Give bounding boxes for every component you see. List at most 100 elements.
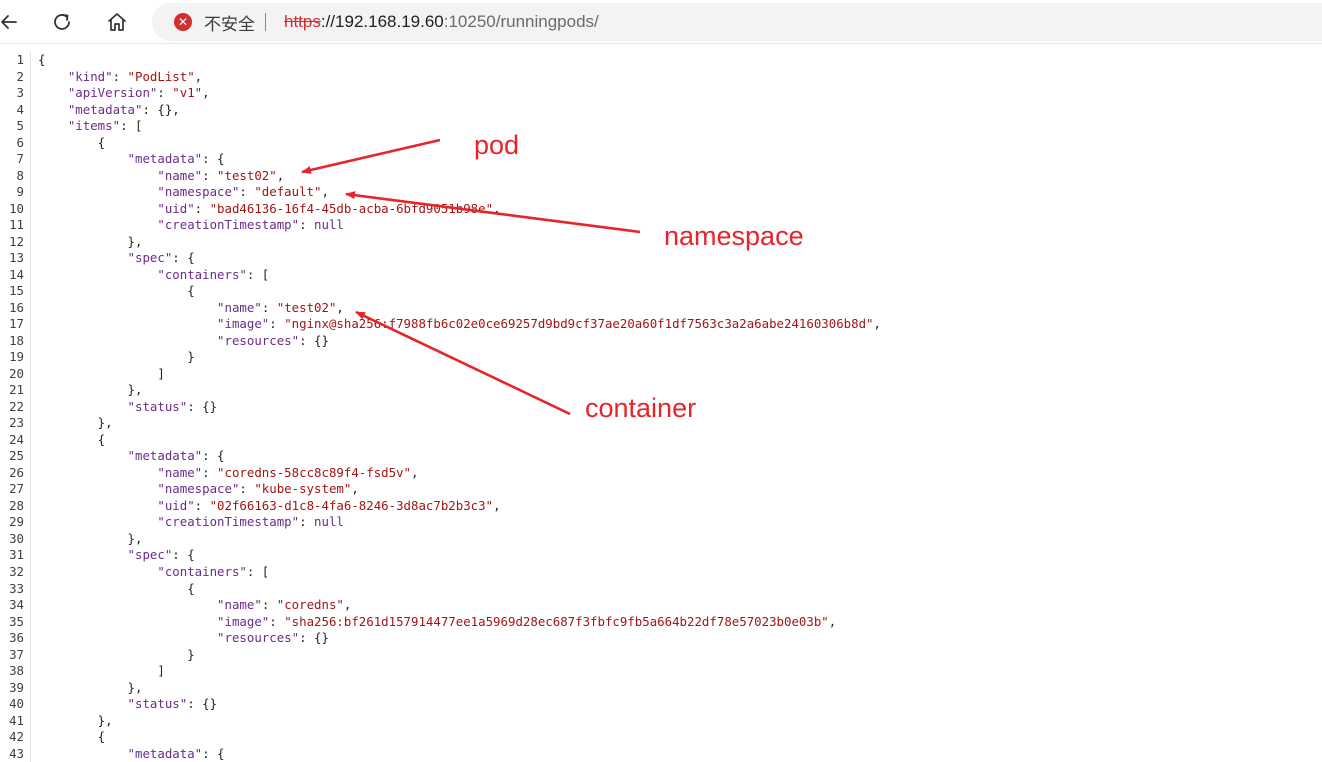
code-line: 11 "creationTimestamp": null <box>0 217 1322 234</box>
line-number: 39 <box>9 679 24 695</box>
code-line: 6 { <box>0 135 1322 152</box>
code-line: 8 "name": "test02", <box>0 168 1322 185</box>
code-text[interactable]: "kind": "PodList", <box>38 69 202 86</box>
code-text[interactable]: { <box>38 135 105 152</box>
not-secure-icon[interactable]: ✕ <box>174 13 192 31</box>
code-line: 17 "image": "nginx@sha256:f7988fb6c02e0c… <box>0 316 1322 333</box>
code-line: 41 }, <box>0 713 1322 730</box>
line-number: 21 <box>9 382 24 398</box>
code-line: 14 "containers": [ <box>0 267 1322 284</box>
code-text[interactable]: "uid": "bad46136-16f4-45db-acba-6bfd9051… <box>38 201 500 218</box>
line-number: 41 <box>9 712 24 728</box>
code-text[interactable]: }, <box>38 531 143 548</box>
line-number: 24 <box>9 431 24 447</box>
code-text[interactable]: } <box>38 647 194 664</box>
code-line: 1{ <box>0 52 1322 69</box>
code-text[interactable]: "spec": { <box>38 250 195 267</box>
code-text[interactable]: "creationTimestamp": null <box>38 514 344 531</box>
line-number: 23 <box>9 415 24 431</box>
line-number: 15 <box>9 283 24 299</box>
code-line: 26 "name": "coredns-58cc8c89f4-fsd5v", <box>0 465 1322 482</box>
code-text[interactable]: "name": "coredns", <box>38 597 351 614</box>
code-text[interactable]: "name": "test02", <box>38 168 284 185</box>
code-text[interactable]: "status": {} <box>38 696 218 713</box>
line-number: 33 <box>9 580 24 596</box>
code-line: 37 } <box>0 647 1322 664</box>
code-text[interactable]: "metadata": {}, <box>38 102 180 119</box>
code-text[interactable]: "name": "test02", <box>38 300 344 317</box>
code-text[interactable]: "image": "sha256:bf261d157914477ee1a5969… <box>38 614 836 631</box>
line-number: 19 <box>9 349 24 365</box>
code-text[interactable]: "namespace": "default", <box>38 184 329 201</box>
line-number: 25 <box>9 448 24 464</box>
line-number: 40 <box>9 696 24 712</box>
code-line: 35 "image": "sha256:bf261d157914477ee1a5… <box>0 614 1322 631</box>
address-bar[interactable]: ✕ 不安全 https://192.168.19.60:10250/runnin… <box>152 3 1322 41</box>
home-button[interactable] <box>102 7 132 37</box>
code-text[interactable]: "containers": [ <box>38 564 269 581</box>
code-text[interactable]: { <box>38 283 194 300</box>
code-text[interactable]: }, <box>38 713 113 730</box>
line-number: 1 <box>16 52 24 67</box>
reload-icon <box>54 14 70 30</box>
code-text[interactable]: "resources": {} <box>38 630 329 647</box>
code-line: 28 "uid": "02f66163-d1c8-4fa6-8246-3d8ac… <box>0 498 1322 515</box>
line-number: 27 <box>9 481 24 497</box>
code-text[interactable]: "namespace": "kube-system", <box>38 481 358 498</box>
code-text[interactable]: "image": "nginx@sha256:f7988fb6c02e0ce69… <box>38 316 881 333</box>
line-number: 31 <box>9 547 24 563</box>
code-text[interactable]: }, <box>38 415 113 432</box>
line-number: 14 <box>9 266 24 282</box>
home-icon <box>108 13 126 31</box>
code-line: 20 ] <box>0 366 1322 383</box>
namespace-label: namespace <box>664 221 804 251</box>
code-text[interactable]: "resources": {} <box>38 333 329 350</box>
line-number: 26 <box>9 464 24 480</box>
code-line: 5 "items": [ <box>0 118 1322 135</box>
code-text[interactable]: "metadata": { <box>38 151 225 168</box>
code-text[interactable]: ] <box>38 366 164 383</box>
reload-button[interactable] <box>47 7 77 37</box>
code-line: 18 "resources": {} <box>0 333 1322 350</box>
code-line: 29 "creationTimestamp": null <box>0 514 1322 531</box>
security-status[interactable]: 不安全 <box>204 10 255 35</box>
code-text[interactable]: } <box>38 349 194 366</box>
code-text[interactable]: }, <box>38 382 143 399</box>
address-separator <box>265 13 266 31</box>
code-text[interactable]: { <box>38 432 105 449</box>
code-text[interactable]: "spec": { <box>38 547 195 564</box>
url-text[interactable]: https://192.168.19.60:10250/runningpods/ <box>284 12 599 32</box>
code-text[interactable]: "status": {} <box>38 399 218 416</box>
code-line: 4 "metadata": {}, <box>0 102 1322 119</box>
code-line: 40 "status": {} <box>0 696 1322 713</box>
code-text[interactable]: "creationTimestamp": null <box>38 217 344 234</box>
line-number: 20 <box>9 365 24 381</box>
line-number: 28 <box>9 497 24 513</box>
code-text[interactable]: "metadata": { <box>38 448 225 465</box>
line-number: 11 <box>9 217 24 233</box>
code-text[interactable]: { <box>38 581 194 598</box>
back-button[interactable] <box>0 7 24 37</box>
code-line: 15 { <box>0 283 1322 300</box>
line-number: 8 <box>16 167 24 183</box>
code-text[interactable]: "name": "coredns-58cc8c89f4-fsd5v", <box>38 465 418 482</box>
code-text[interactable]: "items": [ <box>38 118 143 135</box>
url-path: :10250/runningpods/ <box>443 12 599 31</box>
code-text[interactable]: "apiVersion": "v1", <box>38 85 210 102</box>
code-line: 32 "containers": [ <box>0 564 1322 581</box>
code-text[interactable]: }, <box>38 234 143 251</box>
code-line: 27 "namespace": "kube-system", <box>0 481 1322 498</box>
code-text[interactable]: "containers": [ <box>38 267 269 284</box>
code-line: 38 ] <box>0 663 1322 680</box>
code-line: 36 "resources": {} <box>0 630 1322 647</box>
code-text[interactable]: { <box>38 729 105 746</box>
code-text[interactable]: }, <box>38 680 143 697</box>
code-text[interactable]: ] <box>38 663 164 680</box>
line-number: 38 <box>9 663 24 679</box>
code-line: 30 }, <box>0 531 1322 548</box>
code-line: 33 { <box>0 581 1322 598</box>
code-text[interactable]: "uid": "02f66163-d1c8-4fa6-8246-3d8ac7b2… <box>38 498 500 515</box>
line-number: 2 <box>16 68 24 84</box>
code-line: 9 "namespace": "default", <box>0 184 1322 201</box>
code-text[interactable]: { <box>38 52 45 69</box>
